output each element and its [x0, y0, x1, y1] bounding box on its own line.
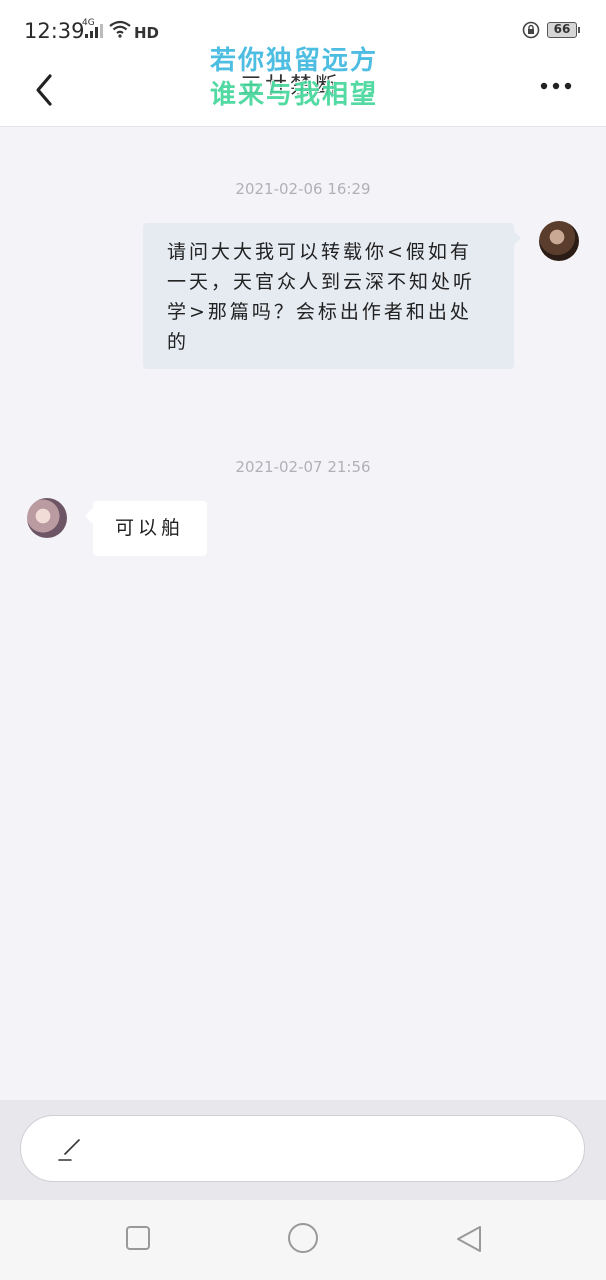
hd-indicator: HD	[134, 24, 160, 42]
watermark-text: 若你独留远方 谁来与我相望	[210, 44, 410, 112]
watermark-line-1: 若你独留远方	[210, 46, 379, 76]
home-icon[interactable]	[287, 1222, 319, 1254]
message-input[interactable]	[20, 1115, 585, 1182]
recent-apps-icon[interactable]	[124, 1224, 152, 1252]
bubble-tail	[513, 230, 521, 246]
rotation-lock-icon	[522, 21, 540, 39]
my-avatar[interactable]	[539, 221, 579, 261]
message-timestamp: 2021-02-07 21:56	[235, 458, 371, 476]
back-triangle-icon[interactable]	[454, 1224, 484, 1254]
back-arrow-icon[interactable]	[26, 66, 66, 110]
incoming-message-bubble[interactable]: 可以舶	[93, 501, 207, 556]
signal-icon	[85, 24, 103, 38]
battery-indicator: 66	[547, 22, 577, 38]
more-dots-icon[interactable]	[536, 74, 576, 98]
system-nav-bar	[0, 1200, 606, 1280]
watermark-line-2: 谁来与我相望	[210, 80, 379, 110]
bubble-tail	[85, 508, 93, 524]
status-time: 12:39	[24, 19, 85, 43]
outgoing-message-bubble[interactable]: 请问大大我可以转载你<假如有一天，天官众人到云深不知处听学>那篇吗？会标出作者和…	[143, 223, 514, 369]
wifi-icon	[109, 20, 131, 38]
message-timestamp: 2021-02-06 16:29	[235, 180, 371, 198]
battery-tip	[578, 27, 580, 33]
message-composer	[0, 1100, 606, 1200]
pen-icon	[58, 1139, 80, 1161]
contact-avatar[interactable]	[27, 498, 67, 538]
